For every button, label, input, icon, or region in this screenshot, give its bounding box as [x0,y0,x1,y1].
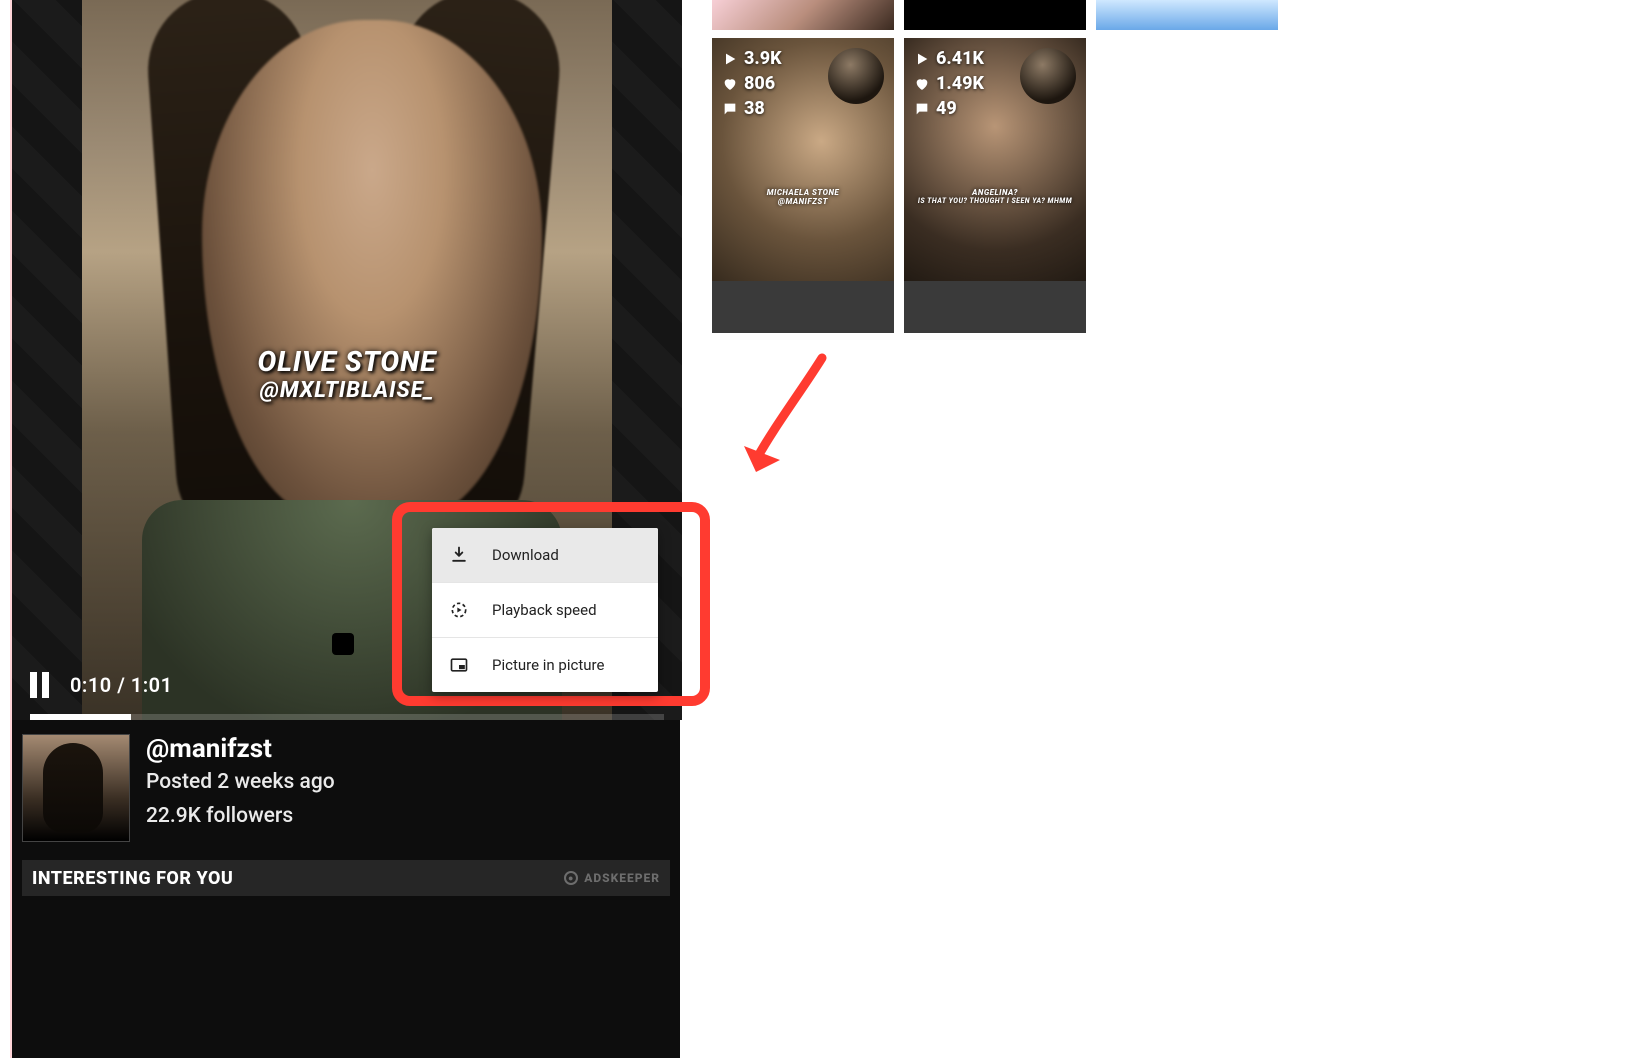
author-row: @manifzst Posted 2 weeks ago 22.9K follo… [12,720,680,852]
related-thumb[interactable] [1096,0,1278,30]
posted-label: Posted 2 weeks ago [146,770,335,794]
related-thumb[interactable] [712,0,894,30]
thumb-avatar[interactable] [828,48,884,104]
menu-label: Picture in picture [492,656,604,674]
playback-speed-icon [448,599,470,621]
video-context-menu: Download Playback speed Picture in pictu… [432,528,658,692]
progress-bar[interactable] [30,714,664,720]
views-stat: 6.41K [914,48,984,69]
sponsor-badge[interactable]: ● ADSKEEPER [564,871,660,885]
play-icon [722,51,738,67]
download-icon [448,544,470,566]
thumb-footer [904,281,1086,333]
play-icon [914,51,930,67]
likes-count: 806 [744,73,775,94]
likes-stat: 1.49K [914,73,984,94]
thumb-row-partial [712,0,1632,30]
views-count: 6.41K [936,48,984,69]
menu-item-download[interactable]: Download [432,528,658,583]
video-still-decor [332,633,354,655]
info-icon: ● [564,871,578,885]
thumb-caption-line: IS THAT YOU? THOUGHT I SEEN YA? MHMM [913,197,1077,205]
video-still-person [202,20,542,520]
related-thumb[interactable]: 3.9K 806 38 MICHAELA STONE @MANIFZST [712,38,894,333]
sponsor-label: ADSKEEPER [584,871,660,885]
menu-label: Download [492,546,559,564]
comment-icon [722,101,738,117]
menu-item-picture-in-picture[interactable]: Picture in picture [432,638,658,692]
likes-count: 1.49K [936,73,984,94]
heart-icon [722,76,738,92]
thumb-caption-line: ANGELINA? [913,188,1077,197]
likes-stat: 806 [722,73,782,94]
progress-fill [30,714,131,720]
comments-stat: 49 [914,98,984,119]
caption-line-1: OLIVE STONE [257,345,436,378]
caption-line-2: @MXLTIBLAISE_ [257,378,436,403]
thumb-stats: 3.9K 806 38 [722,48,782,119]
related-thumb[interactable] [904,0,1086,30]
video-caption: OLIVE STONE @MXLTIBLAISE_ [257,345,436,403]
thumb-row: 3.9K 806 38 MICHAELA STONE @MANIFZST [712,38,1632,333]
pip-icon [448,654,470,676]
thumb-stats: 6.41K 1.49K 49 [914,48,984,119]
thumb-caption-line: @MANIFZST [721,197,885,206]
author-info: @manifzst Posted 2 weeks ago 22.9K follo… [146,734,335,828]
author-avatar[interactable] [22,734,130,842]
author-handle[interactable]: @manifzst [146,734,335,764]
related-thumbnails: 3.9K 806 38 MICHAELA STONE @MANIFZST [712,0,1632,333]
thumb-caption-line: MICHAELA STONE [721,188,885,197]
views-stat: 3.9K [722,48,782,69]
heart-icon [914,76,930,92]
followers-label: 22.9K followers [146,804,335,828]
time-display: 0:10 / 1:01 [70,673,173,697]
interesting-bar: INTERESTING FOR YOU ● ADSKEEPER [22,860,670,896]
menu-label: Playback speed [492,601,597,619]
thumb-avatar[interactable] [1020,48,1076,104]
thumb-caption: MICHAELA STONE @MANIFZST [721,188,885,206]
interesting-title: INTERESTING FOR YOU [32,868,233,889]
annotation-arrow [742,350,832,480]
comment-icon [914,101,930,117]
comments-count: 49 [936,98,957,119]
views-count: 3.9K [744,48,782,69]
letterbox-left [12,0,82,720]
menu-item-playback-speed[interactable]: Playback speed [432,583,658,638]
related-thumb[interactable]: 6.41K 1.49K 49 ANGELINA? IS THAT YOU? TH… [904,38,1086,333]
thumb-caption: ANGELINA? IS THAT YOU? THOUGHT I SEEN YA… [913,188,1077,205]
pause-button[interactable] [30,672,52,698]
comments-count: 38 [744,98,765,119]
thumb-footer [712,281,894,333]
comments-stat: 38 [722,98,782,119]
